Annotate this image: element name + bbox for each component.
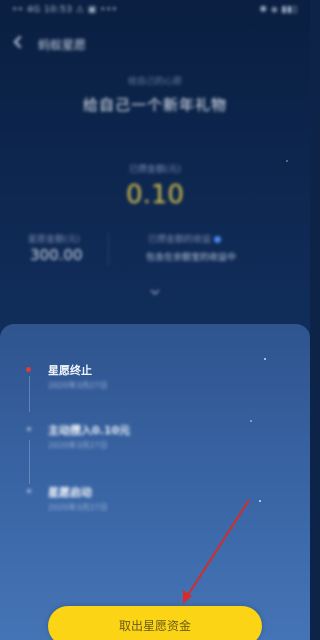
timeline-date: 2020年3月27日	[48, 503, 108, 512]
deposit-value: 0.10	[126, 180, 184, 210]
status-left: •• 4G 10:53 ⚠ ▣ •••	[12, 5, 118, 15]
timeline-item: 星愿启动 2020年3月27日	[0, 484, 310, 524]
star-decoration	[286, 160, 288, 162]
timeline-date: 2020年3月27日	[48, 441, 108, 450]
divider	[108, 232, 109, 266]
timeline-panel: 星愿终止 2020年3月27日 主动攒入0.10元 2020年3月27日 星愿启…	[0, 324, 310, 640]
timeline-date: 2020年3月27日	[48, 381, 108, 390]
deposit-label: 已攒金额(元)	[128, 165, 182, 175]
earning-label: 已攒金额的收益	[148, 232, 222, 245]
status-right: ✱ ◈ ▮▮▯	[259, 5, 298, 15]
info-icon[interactable]	[214, 236, 222, 243]
wish-subtitle: 给自己的心愿	[127, 77, 182, 87]
timeline-title: 星愿启动	[48, 486, 92, 499]
earning-label-text: 已攒金额的收益	[148, 235, 212, 245]
chevron-down-icon[interactable]	[149, 288, 161, 296]
star-decoration	[264, 358, 266, 360]
timeline-title: 星愿终止	[48, 364, 92, 377]
wish-title: 给自己一个新年礼物	[82, 96, 227, 114]
timeline-title: 主动攒入0.10元	[48, 424, 131, 437]
nav-bar: 蚂蚁星愿	[0, 30, 310, 60]
page-title: 蚂蚁星愿	[38, 38, 87, 52]
timeline-item: 星愿终止 2020年3月27日	[0, 362, 310, 402]
star-decoration	[250, 420, 252, 422]
star-decoration	[259, 500, 261, 502]
timeline-dot	[26, 367, 31, 372]
timeline-dot	[27, 489, 31, 493]
timeline-dot	[27, 427, 31, 431]
withdraw-funds-button[interactable]: 取出星愿资金	[48, 606, 262, 640]
timeline-item: 主动攒入0.10元 2020年3月27日	[0, 422, 310, 462]
target-label: 星愿金额(元)	[28, 235, 81, 245]
status-bar: •• 4G 10:53 ⚠ ▣ ••• ✱ ◈ ▮▮▯	[0, 0, 310, 22]
target-value: 300.00	[30, 246, 83, 264]
chevron-left-icon[interactable]	[10, 34, 26, 50]
earning-text: 包含在余额宝的收益中	[146, 253, 237, 263]
app-screen: •• 4G 10:53 ⚠ ▣ ••• ✱ ◈ ▮▮▯ 蚂蚁星愿 给自己的心愿 …	[0, 0, 310, 640]
